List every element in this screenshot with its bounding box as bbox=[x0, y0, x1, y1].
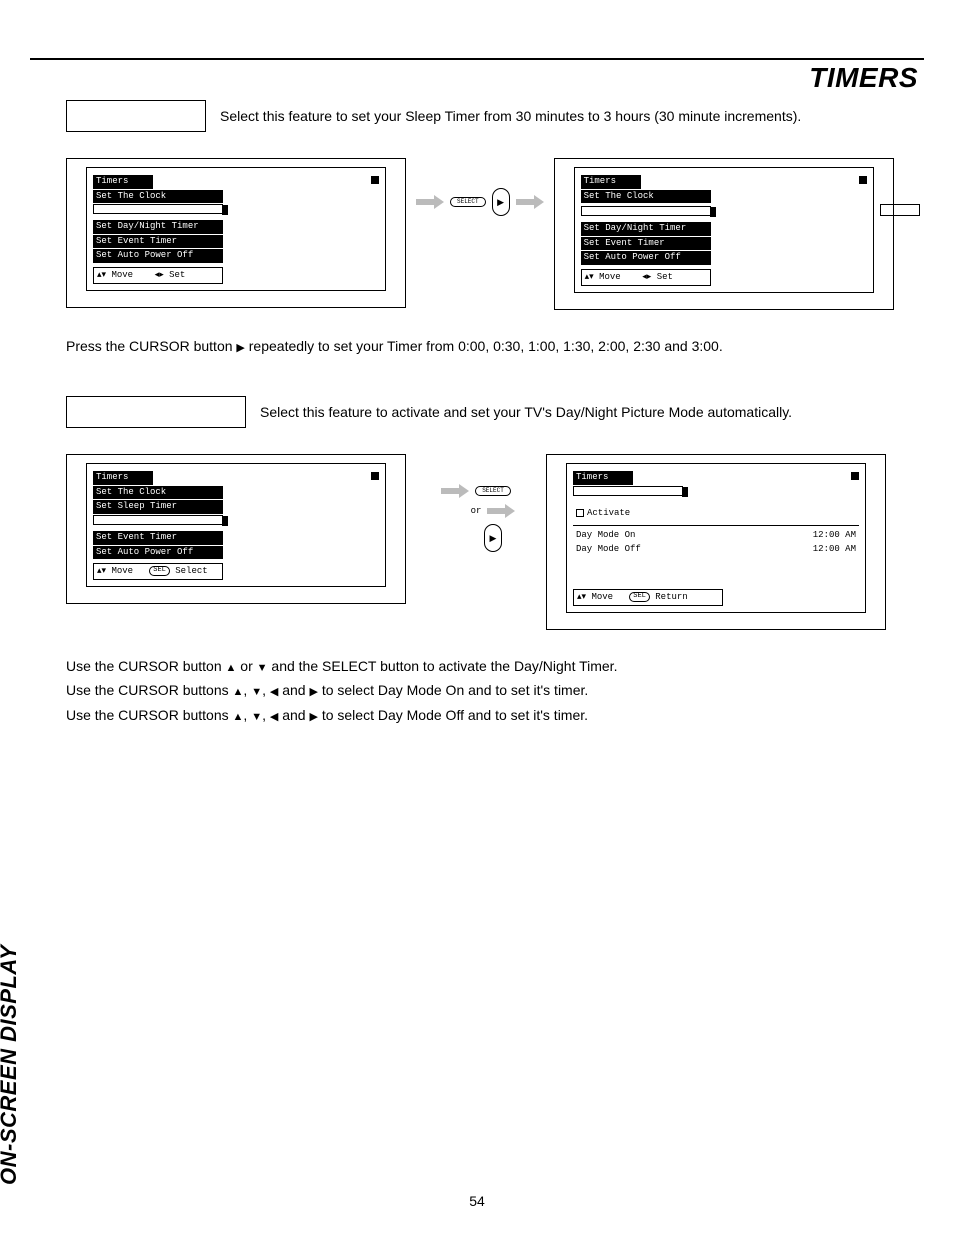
osd-item: Set Sleep Timer bbox=[93, 500, 223, 514]
osd-item: Set Event Timer bbox=[93, 531, 223, 545]
tab-icon bbox=[859, 176, 867, 184]
tab-icon bbox=[851, 472, 859, 480]
down-triangle-icon: ▼ bbox=[257, 663, 268, 674]
transition-controls: SELECT ▶ bbox=[416, 188, 544, 216]
osd-item-selected bbox=[93, 515, 223, 525]
day-mode-on-row: Day Mode On12:00 AM bbox=[573, 529, 859, 543]
osd-item: Set Day/Night Timer bbox=[581, 222, 711, 236]
osd-daynight-left: Timers Set The Clock Set Sleep Timer Set… bbox=[86, 463, 386, 587]
osd-sleep-right-frame: Timers Set The Clock Set Day/Night Timer… bbox=[554, 158, 894, 310]
daynight-instruction-2: Use the CURSOR buttons ▲, ▼, ◀ and ▶ to … bbox=[66, 680, 918, 700]
rule-top bbox=[30, 58, 924, 60]
osd-title: Timers bbox=[573, 471, 633, 485]
arrow-right-icon bbox=[416, 195, 444, 209]
down-triangle-icon: ▼ bbox=[251, 687, 262, 698]
osd-footer: ▴▾ Move SEL Select bbox=[93, 563, 223, 580]
feature-sleep-desc: Select this feature to set your Sleep Ti… bbox=[220, 108, 918, 124]
up-triangle-icon: ▲ bbox=[226, 663, 237, 674]
osd-sleep-left-frame: Timers Set The Clock Set Day/Night Timer… bbox=[66, 158, 406, 308]
select-button-icon: SELECT bbox=[450, 197, 486, 207]
updown-icon: ▴▾ bbox=[577, 591, 586, 601]
updown-icon: ▴▾ bbox=[585, 271, 594, 281]
sel-pill-icon: SEL bbox=[149, 566, 170, 576]
daynight-instruction-3: Use the CURSOR buttons ▲, ▼, ◀ and ▶ to … bbox=[66, 705, 918, 725]
osd-item: Set The Clock bbox=[93, 190, 223, 204]
osd-item: Set Event Timer bbox=[581, 237, 711, 251]
leftright-icon: ◂▸ bbox=[642, 271, 651, 281]
osd-item-selected bbox=[573, 486, 683, 496]
tab-icon bbox=[371, 472, 379, 480]
select-button-icon: SELECT bbox=[475, 486, 511, 496]
osd-item: Set The Clock bbox=[581, 190, 711, 204]
activate-row: Activate bbox=[573, 506, 859, 522]
osd-item-selected bbox=[581, 206, 711, 216]
right-caret-icon bbox=[710, 207, 716, 217]
updown-icon: ▴▾ bbox=[97, 565, 106, 575]
transition-controls: SELECT bbox=[441, 484, 511, 498]
osd-footer: ▴▾ Move ◂▸ Set bbox=[581, 269, 711, 286]
osd-title: Timers bbox=[93, 175, 153, 189]
osd-item: Set Auto Power Off bbox=[93, 546, 223, 560]
right-caret-icon bbox=[222, 516, 228, 526]
osd-title: Timers bbox=[93, 471, 153, 485]
right-triangle-icon: ▶ bbox=[309, 712, 317, 723]
cursor-right-button-icon: ▶ bbox=[492, 188, 510, 216]
osd-title: Timers bbox=[581, 175, 641, 189]
cursor-right-button-icon: ▶ bbox=[484, 524, 502, 552]
leftright-icon: ◂▸ bbox=[155, 269, 164, 279]
page-number: 54 bbox=[0, 1193, 954, 1209]
day-mode-off-row: Day Mode Off12:00 AM bbox=[573, 543, 859, 557]
arrow-right-icon bbox=[487, 504, 515, 518]
right-triangle-icon: ▶ bbox=[236, 343, 244, 354]
arrow-right-icon bbox=[441, 484, 469, 498]
up-triangle-icon: ▲ bbox=[233, 712, 244, 723]
feature-daynight-desc: Select this feature to activate and set … bbox=[260, 404, 918, 420]
checkbox-icon bbox=[576, 509, 584, 517]
feature-daynight-box bbox=[66, 396, 246, 428]
osd-footer: ▴▾ Move SEL Return bbox=[573, 589, 723, 606]
right-caret-icon bbox=[682, 487, 688, 497]
tab-icon bbox=[371, 176, 379, 184]
osd-item-selected bbox=[93, 204, 223, 214]
osd-daynight-right: Timers Activate Day Mode On12:00 AM Day … bbox=[566, 463, 866, 613]
sidebar-label: ON-SCREEN DISPLAY bbox=[0, 945, 22, 1185]
daynight-instruction-1: Use the CURSOR button ▲ or ▼ and the SEL… bbox=[66, 656, 918, 676]
updown-icon: ▴▾ bbox=[97, 269, 106, 279]
osd-item: Set Auto Power Off bbox=[581, 251, 711, 265]
right-triangle-icon: ▶ bbox=[309, 687, 317, 698]
osd-item: Set The Clock bbox=[93, 486, 223, 500]
value-box bbox=[880, 204, 920, 216]
feature-sleep-box bbox=[66, 100, 206, 132]
osd-item: Set Auto Power Off bbox=[93, 249, 223, 263]
right-caret-icon bbox=[222, 205, 228, 215]
page-title: TIMERS bbox=[809, 62, 918, 94]
osd-item: Set Event Timer bbox=[93, 235, 223, 249]
osd-item: Set Day/Night Timer bbox=[93, 220, 223, 234]
sleep-instruction: Press the CURSOR button ▶ repeatedly to … bbox=[66, 336, 918, 356]
osd-daynight-right-frame: Timers Activate Day Mode On12:00 AM Day … bbox=[546, 454, 886, 630]
osd-sleep-right: Timers Set The Clock Set Day/Night Timer… bbox=[574, 167, 874, 293]
osd-daynight-left-frame: Timers Set The Clock Set Sleep Timer Set… bbox=[66, 454, 406, 604]
or-text: or bbox=[471, 506, 482, 516]
down-triangle-icon: ▼ bbox=[251, 712, 262, 723]
sel-pill-icon: SEL bbox=[629, 592, 650, 602]
osd-sleep-left: Timers Set The Clock Set Day/Night Timer… bbox=[86, 167, 386, 291]
up-triangle-icon: ▲ bbox=[233, 687, 244, 698]
arrow-right-icon bbox=[516, 195, 544, 209]
osd-footer: ▴▾ Move ◂▸ Set bbox=[93, 267, 223, 284]
